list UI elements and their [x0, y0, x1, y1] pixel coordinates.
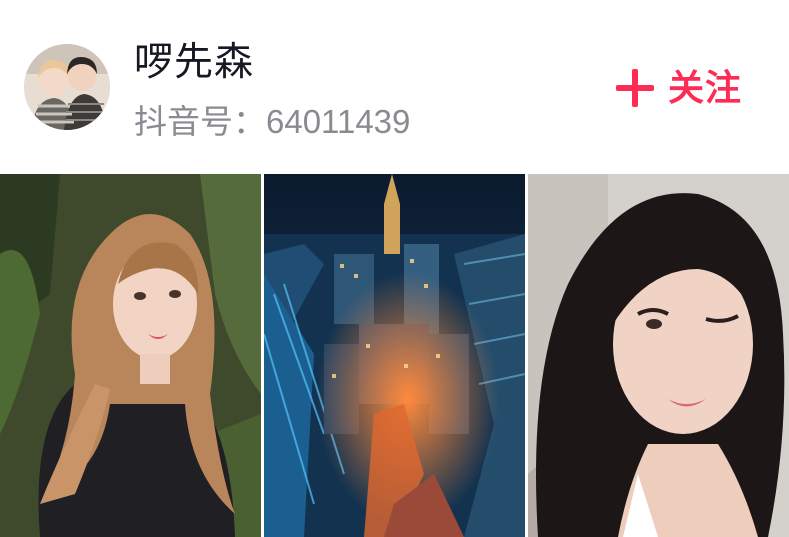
- avatar-photo-icon: [24, 44, 110, 130]
- avatar[interactable]: [24, 44, 110, 130]
- follow-button[interactable]: 关注: [616, 60, 742, 116]
- video-thumbnail-1[interactable]: [0, 174, 261, 537]
- plus-icon: [616, 69, 654, 107]
- follow-label: 关注: [668, 67, 743, 108]
- video-thumbnail-2[interactable]: [264, 174, 525, 537]
- user-card[interactable]: 啰先森 抖音号：64011439 关注: [0, 0, 789, 537]
- user-header: 啰先森 抖音号：64011439 关注: [0, 0, 789, 174]
- portrait-wink-photo-icon: [528, 174, 789, 537]
- user-id: 抖音号：64011439: [134, 103, 411, 140]
- username: 啰先森: [134, 41, 255, 84]
- portrait-photo-icon: [0, 174, 261, 537]
- video-thumbnail-3[interactable]: [528, 174, 789, 537]
- city-night-photo-icon: [264, 174, 525, 537]
- video-gallery: [0, 174, 789, 537]
